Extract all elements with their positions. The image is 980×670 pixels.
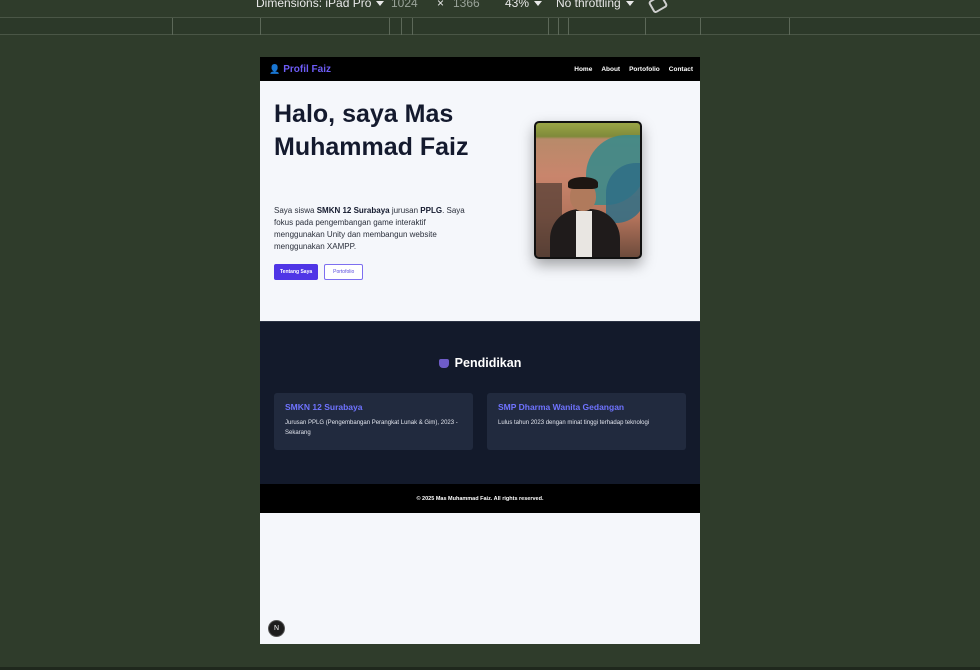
education-section: Pendidikan SMKN 12 Surabaya Jurusan PPLG…: [260, 321, 700, 484]
card-title: SMP Dharma Wanita Gedangan: [498, 402, 625, 412]
throttling-select[interactable]: No throttling: [556, 0, 634, 10]
ruler-tick: [789, 18, 790, 35]
graduation-cap-icon: [438, 359, 449, 368]
ruler-tick: [412, 18, 413, 35]
nextjs-badge-icon[interactable]: N: [268, 620, 285, 637]
hero-section: Halo, saya Mas Muhammad Faiz Saya siswa …: [260, 81, 700, 321]
footer-text: © 2025 Mas Muhammad Faiz. All rights res…: [416, 495, 544, 502]
ruler-tick: [645, 18, 646, 35]
page-blank-area: [260, 513, 700, 644]
rotate-icon[interactable]: [647, 0, 669, 15]
education-title: Pendidikan: [260, 356, 700, 370]
brand-name: Profil Faiz: [283, 63, 332, 75]
device-select-label: Dimensions: iPad Pro: [256, 0, 372, 10]
media-query-ruler[interactable]: [0, 17, 980, 35]
hero-buttons: Tentang Saya Portofolio: [274, 264, 364, 280]
ruler-tick: [700, 18, 701, 35]
education-title-text: Pendidikan: [454, 356, 522, 370]
throttling-select-label: No throttling: [556, 0, 621, 10]
desc-text: Saya siswa: [274, 206, 317, 215]
ruler-tick: [401, 18, 402, 35]
dimension-times-label: ×: [437, 0, 445, 10]
brand-logo[interactable]: 👤 Profil Faiz: [269, 64, 331, 75]
nav-link-portofolio[interactable]: Portofolio: [629, 66, 660, 73]
width-input[interactable]: 1024: [391, 0, 418, 10]
ruler-tick: [548, 18, 549, 35]
devtools-device-toolbar: Dimensions: iPad Pro 1024 × 1366 43% No …: [0, 0, 980, 17]
ruler-tick: [558, 18, 559, 35]
hero-title: Halo, saya Mas Muhammad Faiz: [274, 100, 469, 161]
desc-text: jurusan: [389, 206, 421, 215]
device-viewport: 👤 Profil Faiz Home About Portofolio Cont…: [260, 57, 700, 644]
ruler-tick: [172, 18, 173, 35]
desc-school: SMKN 12 Surabaya: [316, 206, 390, 215]
chevron-down-icon: [534, 1, 543, 6]
chevron-down-icon: [376, 1, 385, 6]
navbar: 👤 Profil Faiz Home About Portofolio Cont…: [260, 57, 700, 81]
card-text: Jurusan PPLG (Pengembangan Perangkat Lun…: [285, 420, 458, 436]
hero-description: Saya siswa SMKN 12 Surabaya jurusan PPLG…: [274, 205, 474, 253]
nav-link-home[interactable]: Home: [574, 66, 592, 73]
education-card-smkn: SMKN 12 Surabaya Jurusan PPLG (Pengemban…: [274, 393, 473, 450]
ruler-tick: [260, 18, 261, 35]
footer: © 2025 Mas Muhammad Faiz. All rights res…: [260, 484, 700, 513]
portfolio-button[interactable]: Portofolio: [324, 264, 364, 280]
zoom-select[interactable]: 43%: [505, 0, 543, 10]
card-title: SMKN 12 Surabaya: [285, 402, 363, 412]
user-icon: 👤: [269, 63, 281, 74]
ruler-tick: [389, 18, 390, 35]
profile-photo: [534, 121, 642, 259]
card-text: Lulus tahun 2023 dengan minat tinggi ter…: [498, 420, 650, 426]
device-select[interactable]: Dimensions: iPad Pro: [256, 0, 385, 10]
height-input[interactable]: 1366: [453, 0, 480, 10]
about-me-button[interactable]: Tentang Saya: [274, 264, 319, 280]
education-card-smp: SMP Dharma Wanita Gedangan Lulus tahun 2…: [487, 393, 686, 450]
zoom-select-label: 43%: [505, 0, 530, 10]
nav-link-about[interactable]: About: [601, 66, 620, 73]
ruler-tick: [568, 18, 569, 35]
chevron-down-icon: [625, 1, 634, 6]
desc-major: PPLG: [420, 206, 443, 215]
nav-link-contact[interactable]: Contact: [669, 66, 693, 73]
nav-links: Home About Portofolio Contact: [574, 66, 693, 73]
